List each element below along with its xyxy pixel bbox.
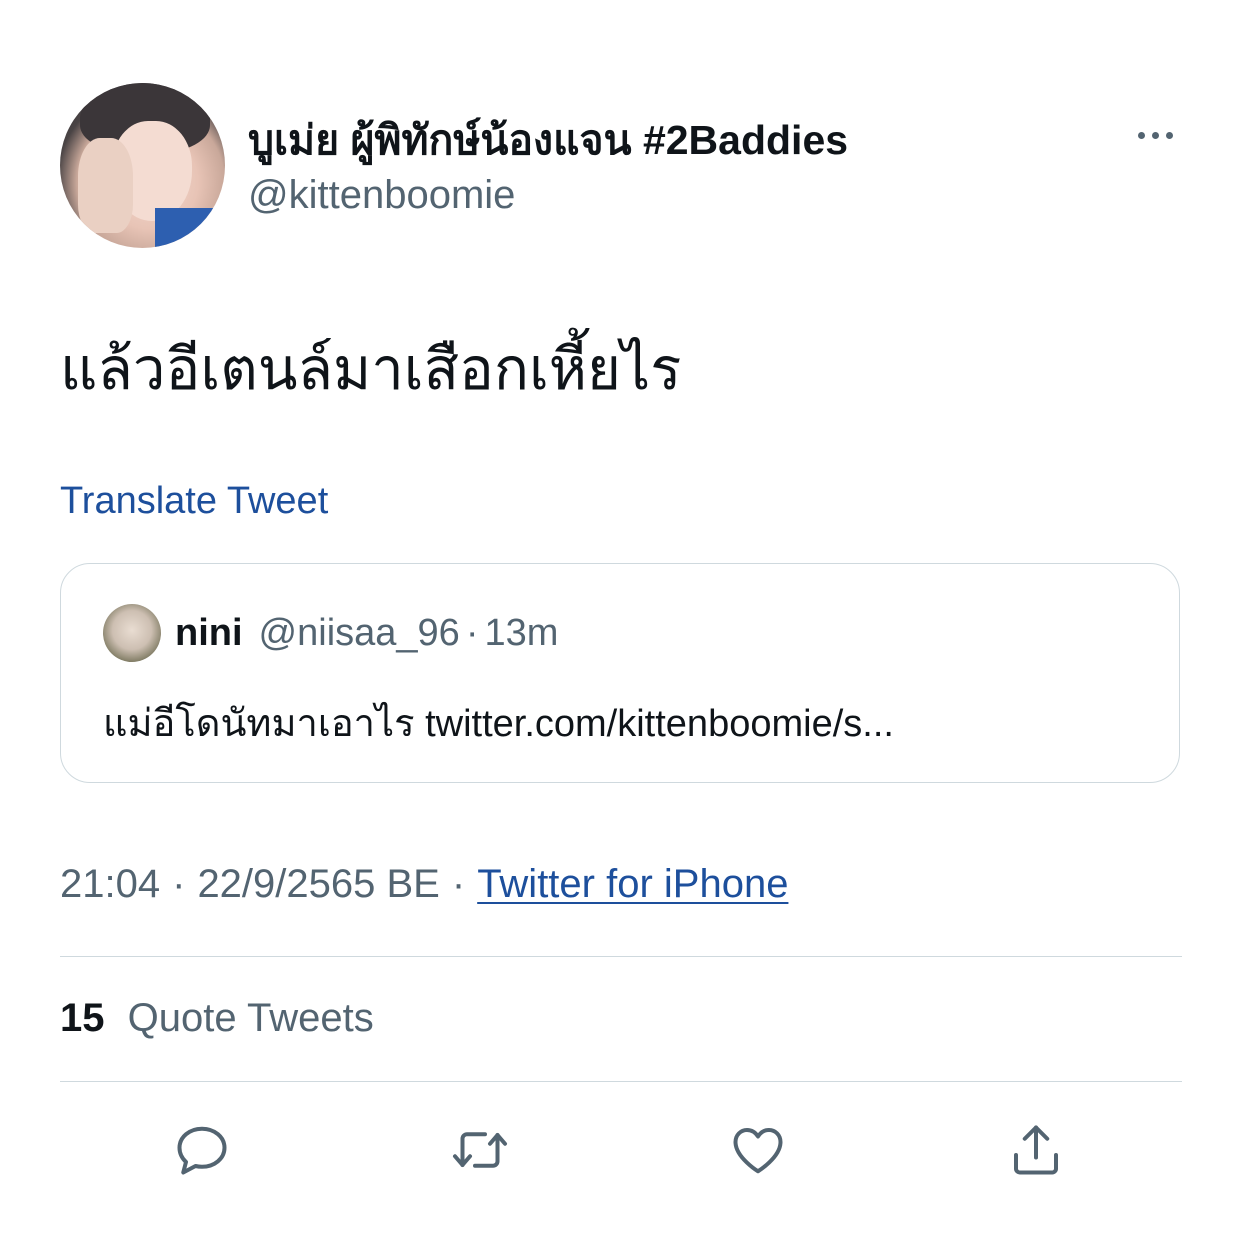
quote-count: 15 [60,996,105,1040]
quoted-tweet-card[interactable]: nini @niisaa_96 · 13m แม่อีโดนัทมาเอาไร … [60,563,1180,783]
translate-tweet-link[interactable]: Translate Tweet [60,480,328,523]
quoted-tweet-header: nini @niisaa_96 · 13m [175,612,558,655]
share-button[interactable] [1004,1118,1068,1182]
quoted-author-name: nini [175,612,243,654]
retweet-icon [453,1132,507,1168]
tweet-date: 22/9/2565 BE [197,862,440,906]
share-icon [1014,1125,1058,1175]
quote-tweets-stat[interactable]: 15 Quote Tweets [60,996,374,1041]
tweet-text: แล้วอีเตนล์มาเสือกเหี้ยไร [60,337,682,402]
meta-separator-2: · [451,862,466,906]
avatar-hand [78,138,133,233]
more-horizontal-icon[interactable] [1125,115,1185,155]
author-display-name[interactable]: บูเม่ย ผู้พิทักษ์น้องแจน #2Baddies [248,108,848,173]
avatar-shirt [155,208,225,248]
tweet-meta: 21:04 · 22/9/2565 BE · Twitter for iPhon… [60,862,788,907]
author-handle[interactable]: @kittenboomie [248,173,515,218]
author-avatar[interactable] [60,83,225,248]
quoted-tweet-text: แม่อีโดนัทมาเอาไร twitter.com/kittenboom… [103,703,894,745]
quoted-author-handle: @niisaa_96 [258,612,460,654]
retweet-button[interactable] [448,1118,512,1182]
quoted-separator: · [465,612,479,654]
meta-separator: · [172,862,186,906]
reply-icon [177,1126,227,1175]
reply-button[interactable] [170,1118,234,1182]
quote-label: Quote Tweets [127,996,374,1040]
quoted-author-avatar [103,604,161,662]
heart-icon [733,1128,783,1174]
like-button[interactable] [726,1118,790,1182]
divider [60,1081,1182,1082]
quoted-time: 13m [484,612,559,654]
tweet-source-link[interactable]: Twitter for iPhone [477,862,788,907]
tweet-time: 21:04 [60,862,161,906]
divider [60,956,1182,957]
